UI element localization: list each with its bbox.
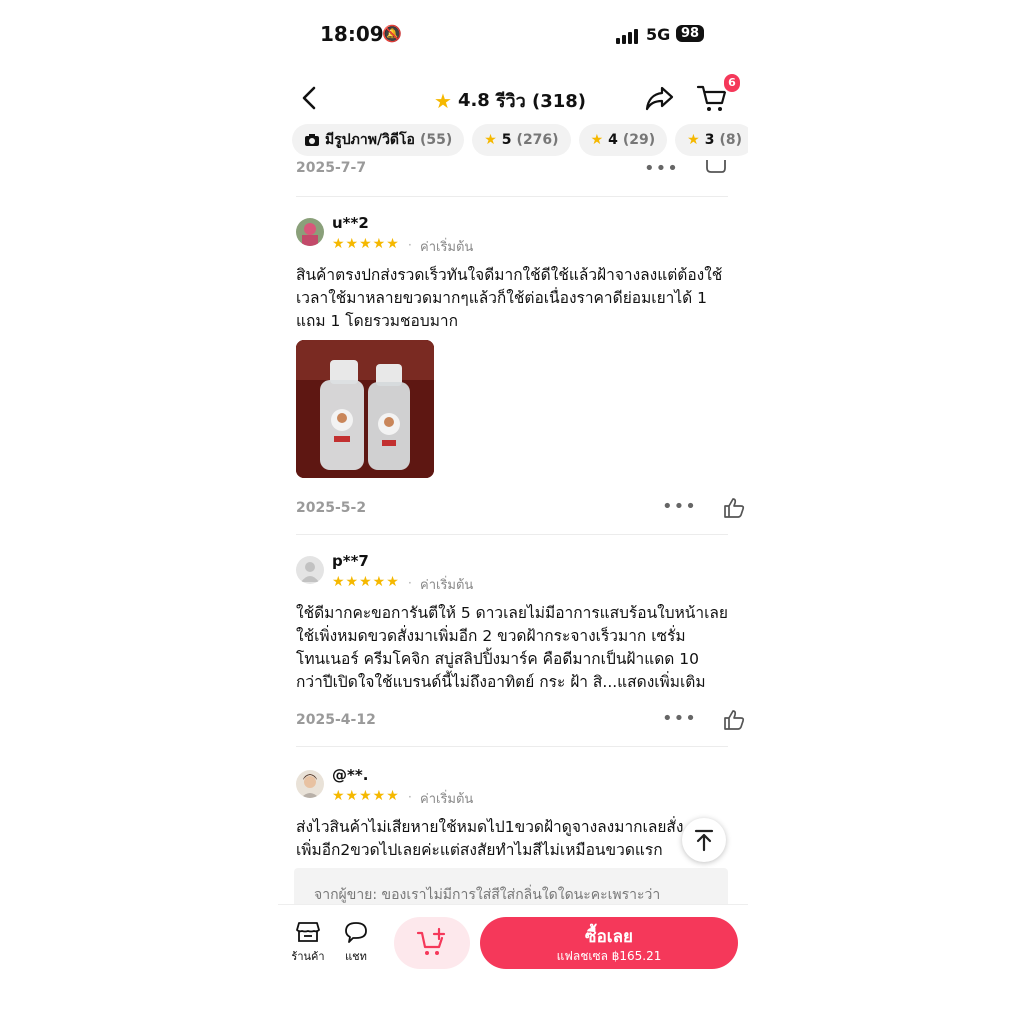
filter-count: (8) [719,132,743,148]
flash-sale-price: แฟลชเซล ฿165.21 [556,949,662,963]
chat-label: แชท [345,950,367,963]
add-to-cart-button[interactable] [394,917,470,969]
reviewer-name: p**7 [332,552,369,570]
review-text: สินค้าตรงปกส่งรวดเร็วทันใจดีมากใช้ดีใช้แ… [296,266,723,330]
filter-count: (276) [516,132,559,148]
review-text: ส่งไวสินค้าไม่เสียหายใช้หมดไป1ขวดฝ้าดูจา… [296,818,684,859]
more-options-icon[interactable]: ••• [662,708,697,729]
rating-summary: ★ 4.8 รีวิว (318) [434,86,586,115]
signal-icon [616,28,640,44]
buy-now-label: ซื้อเลย [585,927,633,947]
review-item: @**. ★★★★★ · ค่าเริ่มต้น ส่งไวสินค้าไม่เ… [296,766,730,860]
buy-now-button[interactable]: ซื้อเลย แฟลชเซล ฿165.21 [480,917,738,969]
arrow-up-icon [694,829,714,852]
reviews-count: รีวิว (318) [495,91,587,112]
filter-count: (55) [419,132,453,148]
star-icon: ★ [434,88,452,113]
filter-label: 3 [704,132,715,148]
filter-label: 4 [608,132,618,148]
separator-dot: · [408,790,412,804]
star-icon: ★ [484,132,497,148]
review-screen: 18:09 🔕 5G 98 ★ 4.8 รีวิว (318) 6 มีรูปภ… [278,0,748,1024]
review-date: 2025-7-7 [296,160,367,176]
avatar [296,218,324,246]
rating-value: 4.8 [457,90,490,111]
review-photo[interactable] [296,340,434,478]
filter-5-star[interactable]: ★ 5 (276) [472,124,571,156]
review-text: ใช้ดีมากคะขอการันตีให้ 5 ดาวเลยไม่มีอากา… [296,604,728,691]
scroll-to-top-button[interactable] [682,818,726,862]
thumbs-up-icon[interactable] [722,496,746,520]
review-item: u**2 ★★★★★ · ค่าเริ่มต้น สินค้าตรงปกส่งร… [296,214,745,518]
filter-label: 5 [501,132,512,148]
seller-reply-text: จากผู้ขาย: ของเราไม่มีการใส่สีใส่กลิ่นใด… [314,887,661,903]
product-variant: ค่าเริ่มต้น [420,240,474,255]
status-time: 18:09 [320,22,384,46]
filter-label: มีรูปภาพ/วิดีโอ [325,132,415,148]
filter-4-star[interactable]: ★ 4 (29) [578,124,668,156]
avatar [296,770,324,798]
share-icon[interactable] [644,82,676,114]
filter-3-star[interactable]: ★ 3 (8) [675,124,748,156]
reviewer-name: @**. [332,766,369,784]
more-options-icon[interactable]: ••• [644,158,679,179]
divider [296,534,728,535]
thumbs-up-icon[interactable] [722,708,746,732]
top-header: ★ 4.8 รีวิว (318) 6 [278,72,748,122]
camera-icon [305,134,319,146]
battery-badge: 98 [676,25,705,42]
review-date: 2025-4-12 [296,712,376,728]
shop-icon [296,922,320,942]
product-variant: ค่าเริ่มต้น [420,792,474,807]
separator-dot: · [408,238,412,252]
rating-stars: ★★★★★ [332,788,400,804]
rating-stars: ★★★★★ [332,574,400,590]
more-options-icon[interactable]: ••• [662,496,697,517]
bottom-action-bar: ร้านค้า แชท ซื้อเลย แฟลชเซล ฿165.21 [278,904,748,1024]
status-bar: 18:09 🔕 5G 98 [278,18,748,54]
shop-button[interactable]: ร้านค้า [288,921,328,965]
rating-stars: ★★★★★ [332,236,400,252]
chat-icon [345,922,367,943]
back-arrow-icon[interactable] [296,84,324,112]
thumbs-up-icon[interactable] [704,160,728,174]
product-variant: ค่าเริ่มต้น [420,578,474,593]
chat-button[interactable]: แชท [336,921,376,965]
review-date: 2025-5-2 [296,500,367,516]
cart-count-badge: 6 [722,72,742,94]
shop-label: ร้านค้า [291,950,325,963]
avatar [296,556,324,584]
mute-icon: 🔕 [382,24,402,43]
network-type: 5G [646,25,671,44]
review-filters: มีรูปภาพ/วิดีโอ (55) ★ 5 (276) ★ 4 (29) … [292,124,748,158]
filter-count: (29) [622,132,656,148]
filter-media[interactable]: มีรูปภาพ/วิดีโอ (55) [292,124,465,156]
review-item: p**7 ★★★★★ · ค่าเริ่มต้น ใช้ดีมากคะขอการ… [296,552,745,736]
divider [296,196,728,197]
reviewer-name: u**2 [332,214,369,232]
divider [296,746,728,747]
separator-dot: · [408,576,412,590]
star-icon: ★ [590,132,604,148]
star-icon: ★ [687,132,700,148]
add-cart-icon [416,927,446,955]
